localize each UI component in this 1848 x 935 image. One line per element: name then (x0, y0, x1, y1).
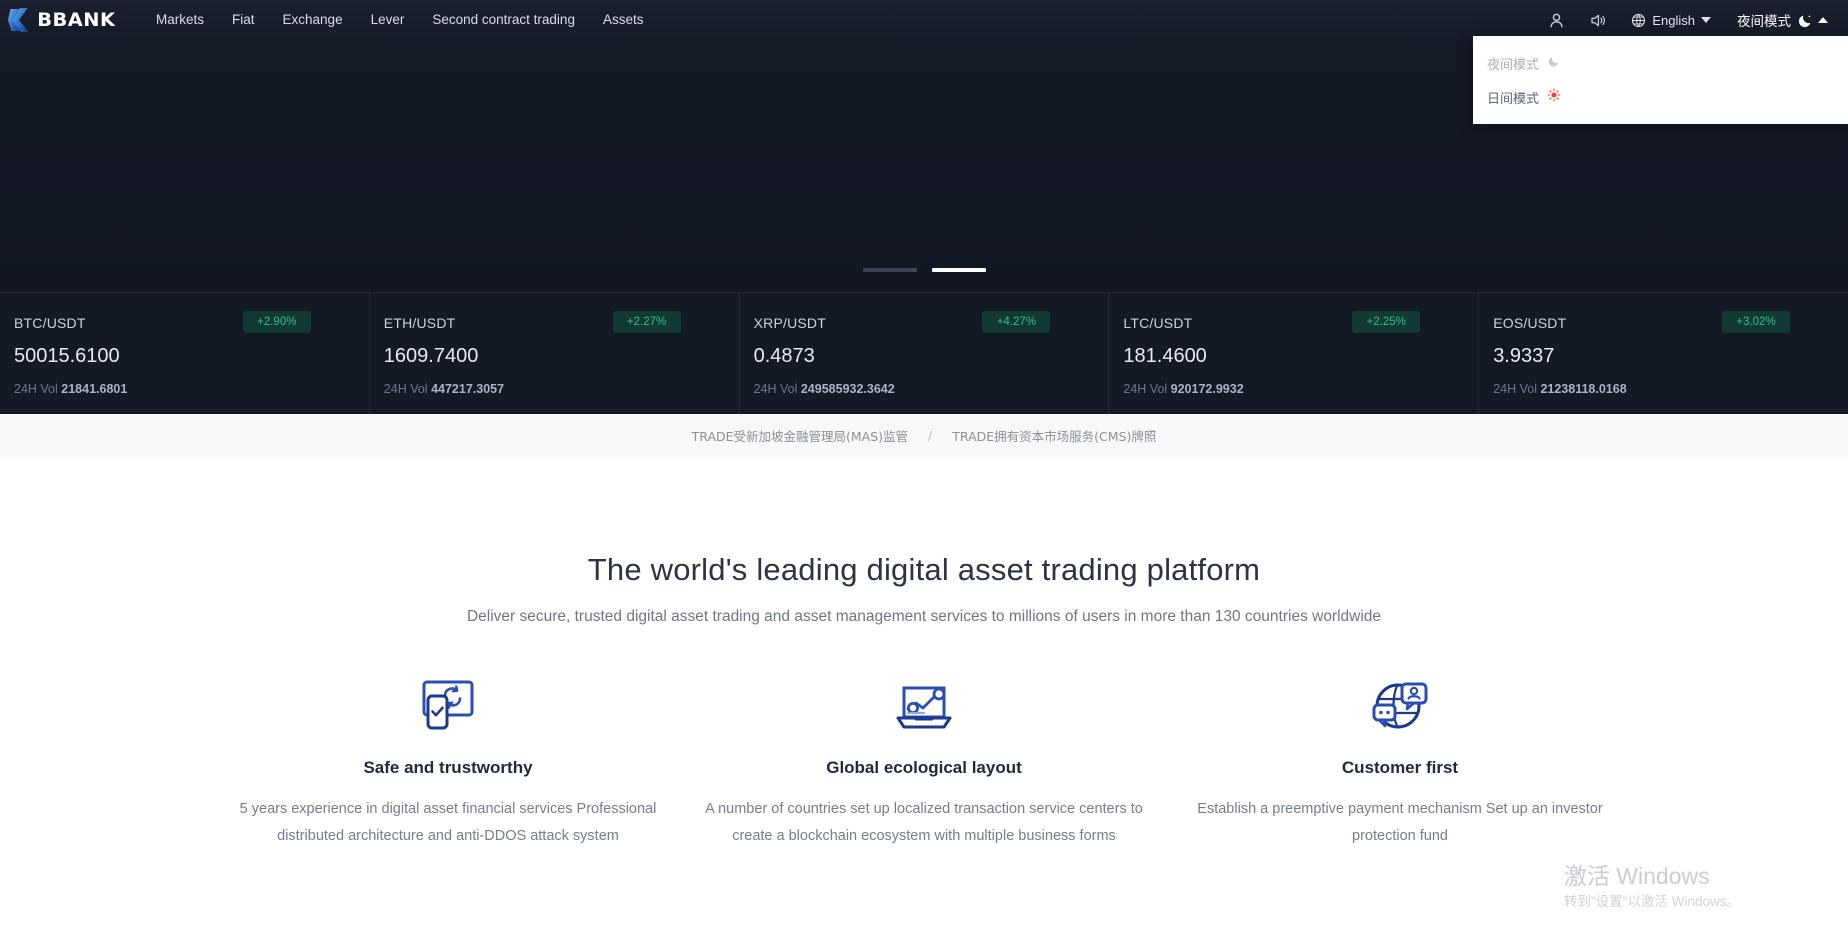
ticker-price: 0.4873 (753, 345, 815, 367)
nav-item-markets[interactable]: Markets (142, 0, 218, 40)
ticker-volume-label: 24H Vol (753, 382, 798, 396)
monitor-sync-phone-check-icon (220, 676, 676, 736)
feature-description: Establish a preemptive payment mechanism… (1197, 801, 1603, 844)
ticker-volume-value: 21841.6801 (61, 382, 128, 396)
page-root: BTC/USDT +2.90% 50015.6100 24H Vol 21841… (0, 0, 1848, 935)
feature-title: Customer first (1341, 758, 1459, 777)
ticker-header: BTC/USDT (14, 315, 369, 331)
carousel-dot-1[interactable] (862, 268, 917, 272)
ticker-pair: LTC/USDT (1123, 315, 1193, 331)
license-bar: TRADE受新加坡金融管理局(MAS)监管 / TRADE拥有资本市场服务(CM… (0, 414, 1848, 457)
feature-list: Safe and trustworthy 5 years experience … (0, 676, 1848, 850)
watermark-title: 激活 Windows (1563, 863, 1710, 889)
feature-title: Global ecological layout (826, 758, 1022, 777)
ticker-pair: EOS/USDT (1493, 315, 1567, 331)
theme-option-label: 夜间模式 (1487, 57, 1540, 73)
main-nav: Markets Fiat Exchange Lever Second contr… (142, 0, 657, 40)
site-logo[interactable]: BBANK (8, 5, 116, 35)
chevron-up-icon (1818, 17, 1828, 23)
feature-card-global: Global ecological layout A number of cou… (686, 676, 1162, 850)
user-account-icon[interactable] (1536, 0, 1577, 40)
language-selector[interactable]: English (1619, 0, 1723, 40)
theme-mode-dropdown: 夜间模式 日间模式 (1473, 36, 1848, 124)
header-actions: English 夜间模式 (1536, 0, 1848, 40)
ticker-header: EOS/USDT (1493, 315, 1848, 331)
nav-item-exchange[interactable]: Exchange (269, 0, 357, 40)
feature-card-safe: Safe and trustworthy 5 years experience … (210, 676, 686, 850)
ticker-volume: 24H Vol 21841.6801 (14, 382, 369, 396)
theme-option-label: 日间模式 (1487, 91, 1540, 107)
watermark-subtitle: 转到"设置"以激活 Windows。 (1563, 894, 1740, 909)
theme-mode-selector[interactable]: 夜间模式 (1723, 0, 1834, 40)
license-separator: / (928, 428, 933, 443)
ticker-volume: 24H Vol 920172.9932 (1123, 382, 1478, 396)
ticker-change-badge: +3.02% (1721, 311, 1790, 333)
ticker-volume-value: 447217.3057 (431, 382, 505, 396)
speaker-volume-icon[interactable] (1577, 0, 1619, 40)
page-title: The world's leading digital asset tradin… (587, 552, 1261, 587)
ticker-volume-label: 24H Vol (1123, 382, 1168, 396)
feature-card-customer: Customer first Establish a preemptive pa… (1162, 676, 1638, 850)
carousel-dot-2[interactable] (931, 268, 986, 272)
moon-icon (1798, 15, 1811, 27)
theme-option-day[interactable]: 日间模式 (1473, 80, 1848, 114)
carousel-indicators (0, 268, 1848, 272)
sun-icon (1547, 88, 1561, 106)
ticker-change-badge: +4.27% (982, 311, 1051, 333)
chevron-down-icon (1701, 17, 1711, 23)
ticker-header: ETH/USDT (384, 315, 739, 331)
theme-mode-label: 夜间模式 (1737, 14, 1791, 30)
ticker-change-badge: +2.90% (242, 311, 311, 333)
ticker-item[interactable]: EOS/USDT +3.02% 3.9337 24H Vol 21238118.… (1479, 293, 1848, 414)
laptop-chart-icon (696, 676, 1152, 736)
feature-description: A number of countries set up localized t… (705, 801, 1143, 844)
ticker-volume: 24H Vol 249585932.3642 (754, 382, 1109, 396)
feature-description: 5 years experience in digital asset fina… (239, 801, 657, 844)
globe-chat-people-icon (1172, 676, 1628, 736)
ticker-volume: 24H Vol 447217.3057 (384, 382, 739, 396)
ticker-pair: XRP/USDT (753, 315, 826, 331)
page-subtitle: Deliver secure, trusted digital asset tr… (466, 608, 1382, 625)
logo-text: BBANK (37, 9, 116, 31)
nav-item-assets[interactable]: Assets (589, 0, 658, 40)
ticker-volume: 24H Vol 21238118.0168 (1493, 382, 1848, 396)
ticker-price: 50015.6100 (14, 345, 120, 367)
nav-item-fiat[interactable]: Fiat (218, 0, 269, 40)
ticker-price: 1609.7400 (383, 345, 479, 367)
ticker-pair: ETH/USDT (383, 315, 456, 331)
windows-activation-watermark: 激活 Windows 转到"设置"以激活 Windows。 (1564, 861, 1740, 913)
ticker-volume-value: 920172.9932 (1170, 382, 1244, 396)
ticker-header: XRP/USDT (754, 315, 1109, 331)
ticker-header: LTC/USDT (1123, 315, 1478, 331)
ticker-volume-label: 24H Vol (383, 382, 428, 396)
ticker-pair: BTC/USDT (14, 315, 86, 331)
ticker-volume-value: 249585932.3642 (800, 382, 895, 396)
theme-option-night[interactable]: 夜间模式 (1473, 46, 1848, 80)
ticker-price: 3.9337 (1493, 345, 1555, 367)
globe-icon (1632, 13, 1646, 27)
ticker-volume-label: 24H Vol (14, 382, 58, 396)
market-ticker-strip: BTC/USDT +2.90% 50015.6100 24H Vol 21841… (0, 292, 1848, 414)
ticker-volume-value: 21238118.0168 (1540, 382, 1627, 396)
ticker-item[interactable]: ETH/USDT +2.27% 1609.7400 24H Vol 447217… (370, 293, 740, 414)
ticker-volume-label: 24H Vol (1493, 382, 1537, 396)
ticker-item[interactable]: XRP/USDT +4.27% 0.4873 24H Vol 249585932… (740, 293, 1110, 414)
top-navigation-bar: BBANK Markets Fiat Exchange Lever Second… (0, 0, 1848, 40)
ticker-change-badge: +2.25% (1352, 311, 1421, 333)
nav-item-second-contract-trading[interactable]: Second contract trading (418, 0, 589, 40)
ticker-change-badge: +2.27% (612, 311, 681, 333)
ticker-price: 181.4600 (1123, 345, 1207, 367)
feature-title: Safe and trustworthy (363, 758, 533, 777)
ticker-item[interactable]: BTC/USDT +2.90% 50015.6100 24H Vol 21841… (0, 293, 370, 414)
moon-icon (1547, 54, 1561, 72)
license-text-mas: TRADE受新加坡金融管理局(MAS)监管 (691, 429, 909, 444)
nav-item-lever[interactable]: Lever (357, 0, 419, 40)
language-label: English (1652, 12, 1695, 28)
ticker-item[interactable]: LTC/USDT +2.25% 181.4600 24H Vol 920172.… (1109, 293, 1480, 414)
license-text-cms: TRADE拥有资本市场服务(CMS)牌照 (952, 429, 1157, 444)
